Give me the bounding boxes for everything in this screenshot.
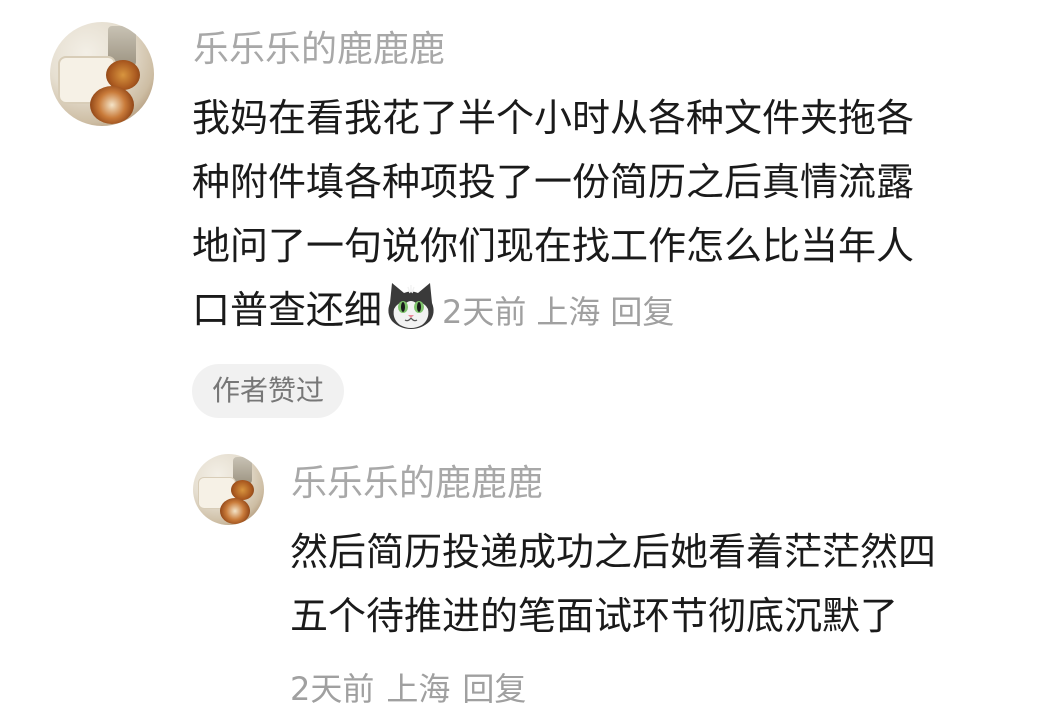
reply-time: 2天前 — [290, 670, 375, 708]
comment-line: 口普查还细 — [192, 288, 383, 332]
comment-last-line: 口普查还细 2天前 上海 回复 — [192, 278, 1012, 344]
comment-location: 上海 — [536, 293, 601, 331]
reply-avatar[interactable] — [193, 454, 264, 525]
comment-line: 地问了一句说你们现在找工作怎么比当年人 — [192, 224, 915, 268]
author-liked-badge: 作者赞过 — [192, 364, 345, 418]
avatar-photo-food — [220, 498, 250, 524]
comment-time: 2天前 — [442, 293, 527, 331]
reply-line: 然后简历投递成功之后她看着茫茫然四 — [290, 530, 937, 574]
comment-meta: 2天前 上海 回复 — [442, 293, 684, 331]
comment: 乐乐乐的鹿鹿鹿 我妈在看我花了半个小时从各种文件夹拖各 种附件填各种项投了一份简… — [0, 0, 1059, 430]
avatar[interactable] — [50, 22, 154, 126]
reply-meta: 2天前 上海 回复 — [290, 664, 526, 710]
reply-comment: 乐乐乐的鹿鹿鹿 然后简历投递成功之后她看着茫茫然四 五个待推进的笔面试环节彻底沉… — [0, 440, 1059, 711]
comment-line: 我妈在看我花了半个小时从各种文件夹拖各 — [192, 96, 915, 140]
avatar-photo-food — [231, 480, 254, 500]
reply-to-reply-button[interactable]: 回复 — [462, 670, 526, 708]
comment-line: 种附件填各种项投了一份简历之后真情流露 — [192, 160, 915, 204]
reply-text: 然后简历投递成功之后她看着茫茫然四 五个待推进的笔面试环节彻底沉默了 — [290, 520, 1030, 648]
reply-location: 上海 — [386, 670, 451, 708]
comment-text: 我妈在看我花了半个小时从各种文件夹拖各 种附件填各种项投了一份简历之后真情流露 … — [192, 86, 1012, 344]
avatar-photo-food — [90, 86, 134, 124]
reply-button[interactable]: 回复 — [610, 293, 674, 331]
cat-face-emoji-icon — [388, 283, 434, 329]
reply-username[interactable]: 乐乐乐的鹿鹿鹿 — [291, 466, 543, 502]
username[interactable]: 乐乐乐的鹿鹿鹿 — [193, 32, 445, 68]
reply-line: 五个待推进的笔面试环节彻底沉默了 — [290, 594, 899, 638]
